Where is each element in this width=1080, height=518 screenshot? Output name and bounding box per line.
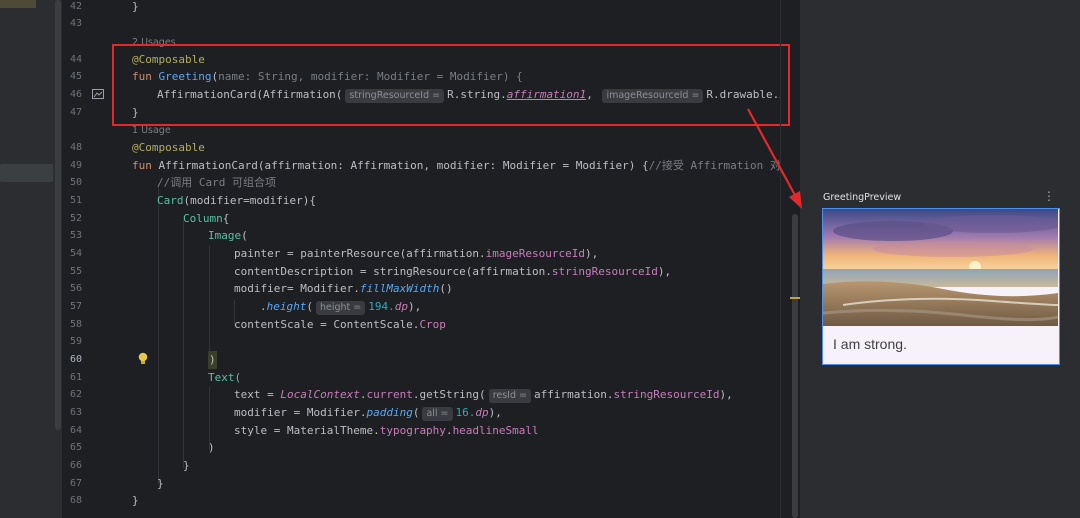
code-text: modifier= Modifier.fillMaxWidth() <box>234 282 453 295</box>
code-line[interactable]: 56 modifier= Modifier.fillMaxWidth() <box>62 280 780 298</box>
code-line[interactable]: 63 modifier = Modifier.padding(all = 16.dp… <box>62 404 780 422</box>
line-number: 52 <box>69 213 82 224</box>
line-number: 53 <box>69 230 82 241</box>
editor-divider <box>780 0 781 518</box>
line-number: 50 <box>69 177 82 188</box>
line-number: 55 <box>69 266 82 277</box>
line-number: 44 <box>69 54 82 65</box>
code-text: Text( <box>208 371 242 384</box>
line-number: 45 <box>69 71 82 82</box>
code-line[interactable]: 54 painter = painterResource(affirmation.… <box>62 245 780 263</box>
code-text: ) <box>208 441 215 454</box>
more-options-icon[interactable]: ⋮ <box>1043 189 1055 203</box>
line-number: 63 <box>69 407 82 418</box>
code-text: } <box>183 459 190 472</box>
line-number: 62 <box>69 389 82 400</box>
code-text: Card(modifier=modifier){ <box>157 194 316 207</box>
tool-window-header <box>0 0 36 8</box>
inlay-hint: resId = <box>488 389 531 403</box>
code-line[interactable]: 52 Column{ <box>62 210 780 228</box>
code-line[interactable]: 68} <box>62 492 780 510</box>
line-number: 46 <box>69 89 82 100</box>
beach-sunset-image <box>823 209 1058 326</box>
lightbulb-icon[interactable] <box>137 352 149 366</box>
code-comment: //调用 Card 可组合项 <box>157 176 276 189</box>
line-number: 65 <box>69 442 82 453</box>
line-number: 47 <box>69 107 82 118</box>
code-line[interactable]: 57 .height(height = 194.dp), <box>62 298 780 316</box>
code-line[interactable]: 58 contentScale = ContentScale.Crop <box>62 316 780 334</box>
code-text: } <box>157 477 164 490</box>
highlight-annotation-box <box>112 44 790 126</box>
line-number: 43 <box>69 18 82 29</box>
code-line[interactable]: 42} <box>62 0 780 16</box>
code-text: Image( <box>208 229 248 242</box>
greeting-preview-card[interactable]: I am strong. <box>822 208 1060 365</box>
arrow-annotation <box>747 108 802 209</box>
line-number: 64 <box>69 425 82 436</box>
preview-image-icon[interactable] <box>92 89 104 99</box>
code-text: } <box>132 0 139 13</box>
code-line[interactable]: 49 fun AffirmationCard(affirmation: Affir… <box>62 157 780 175</box>
code-line[interactable]: 61 Text( <box>62 369 780 387</box>
affirmation-text: I am strong. <box>833 336 907 352</box>
code-text: } <box>132 494 139 507</box>
project-tool-window <box>0 0 63 518</box>
line-number: 48 <box>69 142 82 153</box>
tool-window-scrollbar[interactable] <box>55 0 61 430</box>
code-text: painter = painterResource(affirmation.im… <box>234 247 599 260</box>
code-line[interactable]: 43 <box>62 15 780 33</box>
code-text: fun AffirmationCard(affirmation: Affirma… <box>132 159 780 172</box>
code-line[interactable]: 64 style = MaterialTheme.typography.headl… <box>62 422 780 440</box>
editor-scrollbar[interactable] <box>790 0 800 518</box>
code-text: text = LocalContext.current.getString(re… <box>234 388 733 403</box>
inlay-hint: height = <box>316 301 366 315</box>
code-line[interactable]: 65) <box>62 439 780 457</box>
code-text: ) <box>208 351 217 369</box>
line-number: 68 <box>69 495 82 506</box>
code-line[interactable]: 48 @Composable <box>62 139 780 157</box>
code-line[interactable]: 51 Card(modifier=modifier){ <box>62 192 780 210</box>
code-line-current[interactable]: 60) <box>62 351 780 369</box>
code-line[interactable]: 53 Image( <box>62 227 780 245</box>
line-number: 56 <box>69 283 82 294</box>
code-line[interactable]: 50 //调用 Card 可组合项 <box>62 174 780 192</box>
preview-title: GreetingPreview <box>823 192 902 203</box>
line-number: 67 <box>69 478 82 489</box>
code-line[interactable]: 66} <box>62 457 780 475</box>
line-number: 60 <box>69 354 82 365</box>
selected-tree-item[interactable] <box>0 164 53 182</box>
line-number: 42 <box>69 1 82 12</box>
code-text: .height(height = 194.dp), <box>260 300 422 315</box>
line-number: 57 <box>69 301 82 312</box>
line-number: 51 <box>69 195 82 206</box>
line-number: 49 <box>69 160 82 171</box>
line-number: 54 <box>69 248 82 259</box>
code-text: contentDescription = stringResource(affi… <box>234 265 672 278</box>
code-line[interactable]: 55 contentDescription = stringResource(af… <box>62 263 780 281</box>
line-number: 58 <box>69 319 82 330</box>
scrollbar-thumb[interactable] <box>792 214 798 518</box>
warning-marker[interactable] <box>790 297 800 299</box>
code-line[interactable]: 67} <box>62 475 780 493</box>
code-text: Column{ <box>183 212 230 225</box>
inlay-hint: all = <box>422 407 453 421</box>
line-number: 59 <box>69 336 82 347</box>
code-text: modifier = Modifier.padding(all = 16.dp), <box>234 406 502 421</box>
code-line[interactable]: 62 text = LocalContext.current.getString(… <box>62 386 780 404</box>
line-number: 66 <box>69 460 82 471</box>
usages-hint[interactable]: 1 Usage <box>132 125 171 136</box>
code-text: style = MaterialTheme.typography.headlin… <box>234 424 539 437</box>
code-text: contentScale = ContentScale.Crop <box>234 318 446 331</box>
annotation: @Composable <box>132 141 205 154</box>
code-line[interactable]: 59 <box>62 333 780 351</box>
line-number: 61 <box>69 372 82 383</box>
